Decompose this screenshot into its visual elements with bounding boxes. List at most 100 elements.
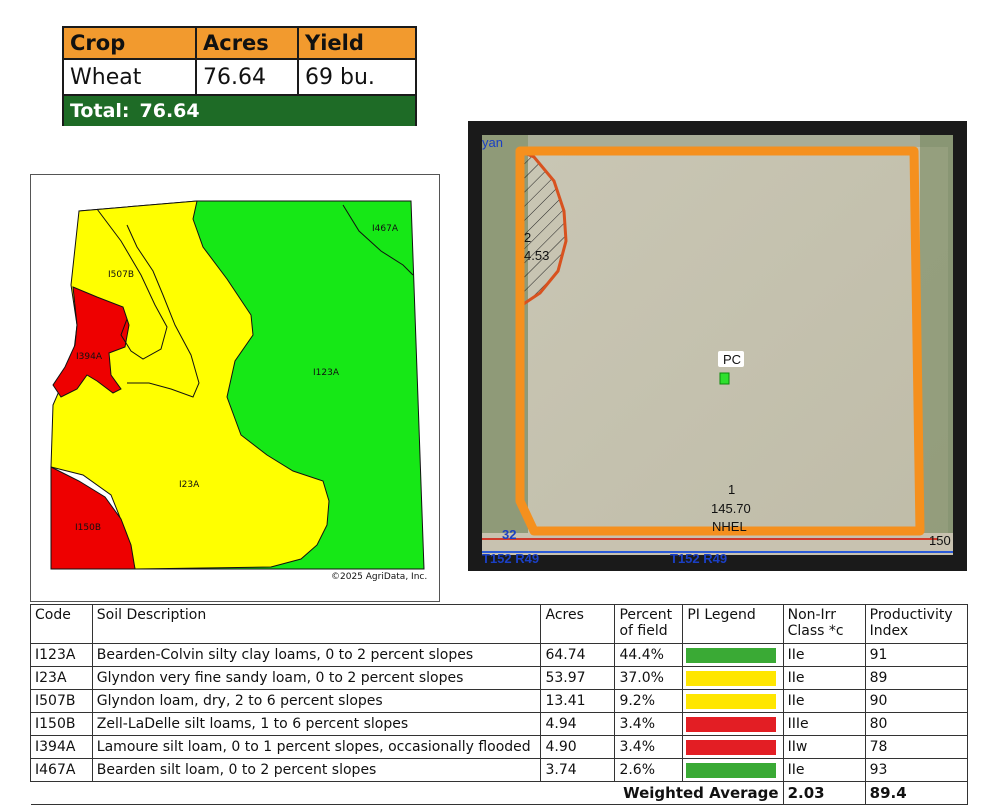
aerial-top-left-fragment: yan <box>482 135 503 150</box>
aerial-township-right: T152 R49 <box>670 551 727 566</box>
soil-row-pi-legend <box>682 735 784 759</box>
soil-row-pi: 93 <box>864 758 969 782</box>
soil-table-row: I507B Glyndon loam, dry, 2 to 6 percent s… <box>30 689 969 713</box>
soil-row-acres: 64.74 <box>540 643 616 667</box>
soil-row-code: I467A <box>30 758 93 782</box>
crop-table-header: Crop Acres Yield <box>64 28 415 60</box>
soil-row-pi-legend <box>682 758 784 782</box>
crop-total-value: 76.64 <box>139 100 200 122</box>
crop-header-acres: Acres <box>197 28 299 58</box>
aerial-pc-marker <box>719 372 730 385</box>
crop-header-yield: Yield <box>305 31 364 55</box>
soil-row-nonirr: IIe <box>782 666 866 690</box>
soil-map-canvas: I467A I507B I394A I123A I23A I150B ©2025… <box>50 200 427 582</box>
soil-table-row: I123A Bearden-Colvin silty clay loams, 0 … <box>30 643 969 667</box>
aerial-map-canvas: PC 2 4.53 1 145.70 NHEL 32 T152 R49 T152… <box>482 135 953 566</box>
soil-row-percent: 44.4% <box>614 643 684 667</box>
soil-table-row: I150B Zell-LaDelle silt loams, 1 to 6 per… <box>30 712 969 736</box>
soil-row-code: I150B <box>30 712 93 736</box>
soil-row-desc: Glyndon very fine sandy loam, 0 to 2 per… <box>91 666 542 690</box>
aerial-field-1-number: 1 <box>728 482 735 497</box>
soil-header-pi: Productivity Index <box>864 604 969 644</box>
soil-row-pi: 89 <box>864 666 969 690</box>
crop-yield: 69 bu. <box>305 64 375 90</box>
crop-total: Total: 76.64 <box>64 96 415 126</box>
soil-row-percent: 9.2% <box>614 689 684 713</box>
soil-label-i394a: I394A <box>76 352 103 362</box>
soil-header-percent: Percent of field <box>614 604 684 644</box>
aerial-map: PC 2 4.53 1 145.70 NHEL 32 T152 R49 T152… <box>468 121 967 571</box>
soil-row-code: I394A <box>30 735 93 759</box>
soil-row-pi: 78 <box>864 735 969 759</box>
aerial-field-2-acres: 4.53 <box>524 248 549 263</box>
aerial-township-left: T152 R49 <box>482 551 539 566</box>
pi-legend-swatch <box>686 739 777 755</box>
soil-label-i123a: I123A <box>313 368 340 378</box>
soil-label-i467a: I467A <box>372 224 399 234</box>
crop-total-label: Total: <box>70 100 130 122</box>
soil-map: I467A I507B I394A I123A I23A I150B ©2025… <box>30 174 440 602</box>
weighted-average-row: Weighted Average 2.03 89.4 <box>30 781 969 805</box>
soil-header-pi-legend: PI Legend <box>682 604 784 644</box>
aerial-edge-150: 150 <box>929 533 951 548</box>
aerial-tree-strip <box>920 135 953 535</box>
soil-row-percent: 3.4% <box>614 735 684 759</box>
soil-row-pi-legend <box>682 689 784 713</box>
soil-table-header: Code Soil Description Acres Percent of f… <box>30 604 969 644</box>
soil-row-nonirr: IIe <box>782 689 866 713</box>
soil-table-row: I23A Glyndon very fine sandy loam, 0 to 2… <box>30 666 969 690</box>
soil-row-desc: Lamoure silt loam, 0 to 1 percent slopes… <box>91 735 542 759</box>
soil-row-percent: 37.0% <box>614 666 684 690</box>
pi-legend-swatch <box>686 693 777 709</box>
aerial-field-2-number: 2 <box>524 230 531 245</box>
soil-row-pi: 91 <box>864 643 969 667</box>
soil-row-pi-legend <box>682 643 784 667</box>
soil-row-desc: Glyndon loam, dry, 2 to 6 percent slopes <box>91 689 542 713</box>
soil-row-percent: 2.6% <box>614 758 684 782</box>
pi-legend-swatch <box>686 716 777 732</box>
aerial-road-32: 32 <box>502 527 516 542</box>
soil-row-acres: 4.90 <box>540 735 616 759</box>
soil-label-i23a: I23A <box>179 480 200 490</box>
soil-row-acres: 53.97 <box>540 666 616 690</box>
soil-row-desc: Bearden-Colvin silty clay loams, 0 to 2 … <box>91 643 542 667</box>
aerial-field-surface <box>528 147 948 547</box>
pi-legend-swatch <box>686 647 777 663</box>
aerial-pc-label: PC <box>723 352 741 367</box>
soil-row-nonirr: IIw <box>782 735 866 759</box>
soil-row-pi-legend <box>682 666 784 690</box>
soil-row-desc: Zell-LaDelle silt loams, 1 to 6 percent … <box>91 712 542 736</box>
soil-table: Code Soil Description Acres Percent of f… <box>30 604 969 805</box>
crop-table-row: Wheat 76.64 69 bu. <box>64 60 415 96</box>
soil-row-code: I123A <box>30 643 93 667</box>
crop-acres: 76.64 <box>197 60 299 94</box>
soil-table-row: I394A Lamoure silt loam, 0 to 1 percent s… <box>30 735 969 759</box>
soil-header-desc: Soil Description <box>91 604 542 644</box>
soil-row-acres: 13.41 <box>540 689 616 713</box>
pi-legend-swatch <box>686 762 777 778</box>
soil-row-acres: 4.94 <box>540 712 616 736</box>
soil-row-pi: 90 <box>864 689 969 713</box>
soil-row-pi: 80 <box>864 712 969 736</box>
soil-row-nonirr: IIIe <box>782 712 866 736</box>
aerial-field-1-class: NHEL <box>712 519 747 534</box>
soil-row-code: I507B <box>30 689 93 713</box>
weighted-average-pi: 89.4 <box>864 781 969 805</box>
crop-header-crop: Crop <box>64 28 197 58</box>
crop-name: Wheat <box>64 60 197 94</box>
soil-row-nonirr: IIe <box>782 758 866 782</box>
weighted-average-class: 2.03 <box>782 781 866 805</box>
soil-row-pi-legend <box>682 712 784 736</box>
soil-header-nonirr: Non-Irr Class *c <box>782 604 866 644</box>
soil-label-i507b: I507B <box>108 270 134 280</box>
crop-table: Crop Acres Yield Wheat 76.64 69 bu. Tota… <box>62 26 417 126</box>
soil-row-nonirr: IIe <box>782 643 866 667</box>
soil-row-percent: 3.4% <box>614 712 684 736</box>
aerial-field-1-acres: 145.70 <box>711 501 751 516</box>
soil-row-acres: 3.74 <box>540 758 616 782</box>
weighted-average-label: Weighted Average <box>30 781 784 805</box>
soil-row-code: I23A <box>30 666 93 690</box>
soil-map-copyright: ©2025 AgriData, Inc. <box>331 572 427 582</box>
soil-row-desc: Bearden silt loam, 0 to 2 percent slopes <box>91 758 542 782</box>
soil-header-code: Code <box>30 604 93 644</box>
